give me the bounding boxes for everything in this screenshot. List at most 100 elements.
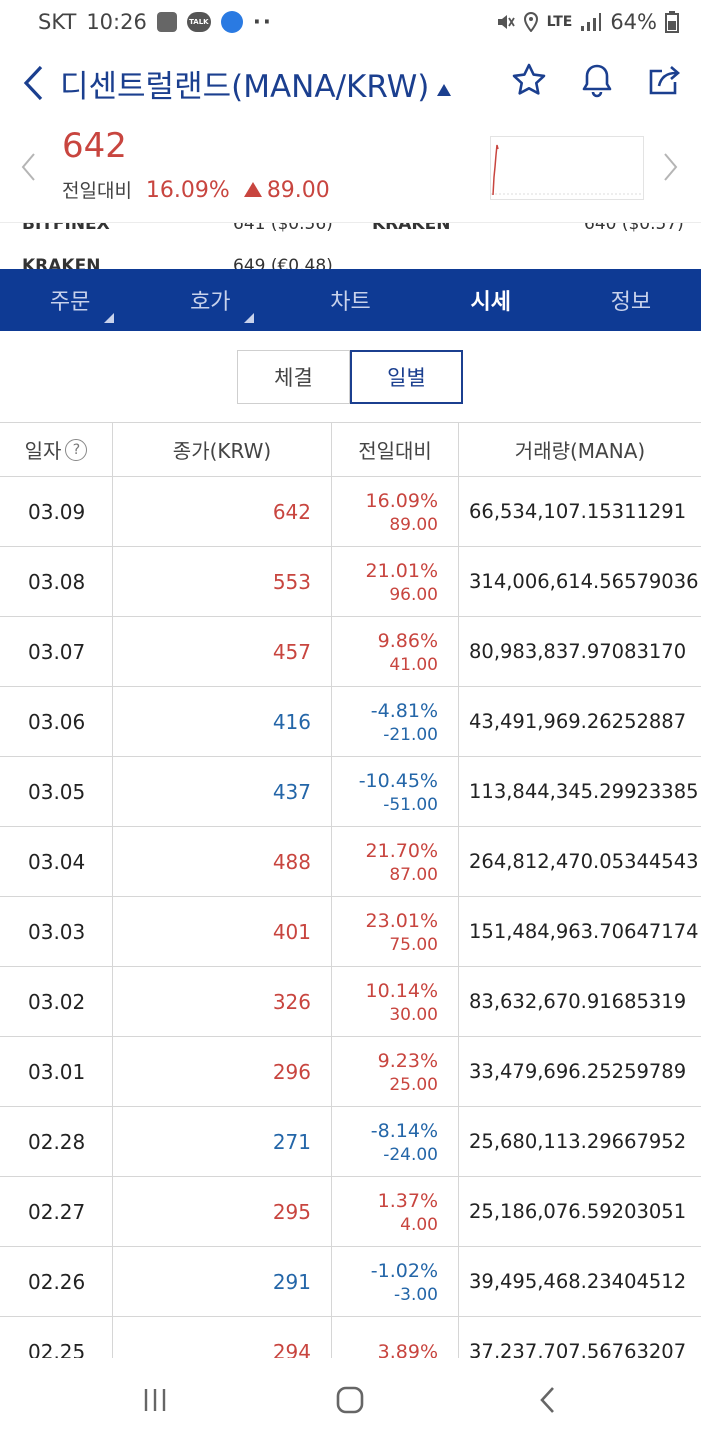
ticker-value: 641 ($0.56) bbox=[233, 222, 333, 234]
prev-coin-button[interactable] bbox=[20, 152, 36, 186]
ticker-value: 640 ($0.57) bbox=[584, 222, 684, 234]
signal-icon bbox=[581, 13, 602, 31]
favorite-button[interactable] bbox=[511, 60, 547, 100]
row-change-pct: 9.23% bbox=[377, 1049, 438, 1072]
current-price: 642 bbox=[62, 126, 127, 166]
row-change-pct: -1.02% bbox=[370, 1259, 438, 1282]
battery-percent: 64% bbox=[610, 10, 657, 34]
tab-orderbook[interactable]: 호가 bbox=[140, 269, 280, 331]
row-change-amount: 30.00 bbox=[389, 1004, 438, 1025]
row-change-amount: 4.00 bbox=[400, 1214, 438, 1235]
tab-market-price[interactable]: 시세 bbox=[421, 269, 561, 331]
mini-chart-line bbox=[491, 144, 643, 196]
help-icon[interactable]: ? bbox=[65, 438, 88, 461]
row-close: 553 bbox=[113, 547, 332, 616]
table-row[interactable]: 02.28 271 -8.14% -24.00 25,680,113.29667952 bbox=[0, 1107, 701, 1177]
system-back-button[interactable] bbox=[527, 1380, 567, 1420]
change-label: 전일대비 bbox=[62, 180, 132, 202]
header-date: 일자 ? bbox=[0, 423, 113, 476]
table-row[interactable]: 03.01 296 9.23% 25.00 33,479,696.25259789 bbox=[0, 1037, 701, 1107]
row-close: 401 bbox=[113, 897, 332, 966]
status-left: SKT 10:26 TALK ·· bbox=[38, 10, 273, 34]
row-change-pct: -4.81% bbox=[370, 699, 438, 722]
table-row[interactable]: 03.05 437 -10.45% -51.00 113,844,345.2992338… bbox=[0, 757, 701, 827]
table-row[interactable]: 03.09 642 16.09% 89.00 66,534,107.15311291 bbox=[0, 477, 701, 547]
tab-label: 차트 bbox=[330, 290, 371, 315]
row-volume: 80,983,837.97083170 bbox=[469, 640, 687, 663]
row-volume: 39,495,468.23404512 bbox=[469, 1270, 687, 1293]
back-button[interactable] bbox=[18, 63, 48, 103]
up-arrow-icon bbox=[243, 182, 262, 197]
row-close: 294 bbox=[113, 1317, 332, 1358]
table-row[interactable]: 02.27 295 1.37% 4.00 25,186,076.59203051 bbox=[0, 1177, 701, 1247]
row-change-amount: 89.00 bbox=[389, 514, 438, 535]
table-row[interactable]: 03.04 488 21.70% 87.00 264,812,470.05344543 bbox=[0, 827, 701, 897]
row-date: 03.06 bbox=[0, 687, 113, 756]
table-row[interactable]: 03.03 401 23.01% 75.00 151,484,963.70647174 bbox=[0, 897, 701, 967]
segment-trades[interactable]: 체결 bbox=[237, 350, 350, 404]
row-date: 03.05 bbox=[0, 757, 113, 826]
table-body: 03.09 642 16.09% 89.00 66,534,107.15311291 03… bbox=[0, 477, 701, 1358]
row-change-amount: -24.00 bbox=[383, 1144, 438, 1165]
change-percent: 16.09% bbox=[145, 178, 230, 203]
row-volume: 25,680,113.29667952 bbox=[469, 1130, 687, 1153]
home-button[interactable] bbox=[330, 1380, 370, 1420]
chevron-right-icon bbox=[664, 153, 678, 181]
next-coin-button[interactable] bbox=[663, 152, 679, 186]
bell-icon bbox=[582, 64, 612, 98]
tab-label: 시세 bbox=[470, 290, 511, 315]
chevron-left-icon bbox=[21, 153, 35, 181]
row-date: 03.09 bbox=[0, 477, 113, 546]
tab-chart[interactable]: 차트 bbox=[280, 269, 420, 331]
share-button[interactable] bbox=[647, 60, 683, 100]
row-change-pct: 21.70% bbox=[365, 839, 438, 862]
ticker-exchange: KRAKEN bbox=[22, 256, 101, 269]
network-type: LTE bbox=[546, 14, 573, 30]
table-row[interactable]: 03.07 457 9.86% 41.00 80,983,837.97083170 bbox=[0, 617, 701, 687]
mini-price-chart[interactable] bbox=[490, 136, 644, 200]
status-bar: SKT 10:26 TALK ·· LTE 64% bbox=[0, 0, 701, 44]
daily-price-table: 일자 ? 종가(KRW) 전일대비 거래량(MANA) 03.09 642 16.0… bbox=[0, 422, 701, 1358]
header-volume: 거래량(MANA) bbox=[514, 439, 646, 463]
row-date: 02.27 bbox=[0, 1177, 113, 1246]
exchange-ticker: BITFINEX 641 ($0.56) KRAKEN 640 ($0.57) … bbox=[0, 222, 701, 269]
row-change-pct: -8.14% bbox=[370, 1119, 438, 1142]
row-change: 21.01% 96.00 bbox=[332, 547, 459, 616]
table-row[interactable]: 02.25 294 3.89% 37,237,707.56763207 bbox=[0, 1317, 701, 1358]
alert-button[interactable] bbox=[579, 60, 615, 100]
segment-daily[interactable]: 일별 bbox=[350, 350, 463, 404]
row-date: 03.04 bbox=[0, 827, 113, 896]
table-row[interactable]: 03.06 416 -4.81% -21.00 43,491,969.26252887 bbox=[0, 687, 701, 757]
row-change: -4.81% -21.00 bbox=[332, 687, 459, 756]
row-close: 326 bbox=[113, 967, 332, 1036]
row-volume: 264,812,470.05344543 bbox=[469, 850, 699, 873]
row-change-pct: 23.01% bbox=[365, 909, 438, 932]
kakaotalk-icon: TALK bbox=[186, 12, 211, 32]
row-close: 291 bbox=[113, 1247, 332, 1316]
row-volume: 33,479,696.25259789 bbox=[469, 1060, 687, 1083]
share-icon bbox=[649, 66, 680, 95]
menu-corner-icon bbox=[244, 313, 255, 323]
row-volume: 314,006,614.56579036 bbox=[469, 570, 699, 593]
row-volume: 66,534,107.15311291 bbox=[469, 500, 687, 523]
recent-apps-button[interactable] bbox=[135, 1380, 175, 1420]
row-change: 9.86% 41.00 bbox=[332, 617, 459, 686]
row-change: 23.01% 75.00 bbox=[332, 897, 459, 966]
table-row[interactable]: 03.08 553 21.01% 96.00 314,006,614.56579036 bbox=[0, 547, 701, 617]
battery-icon bbox=[665, 11, 679, 33]
row-volume: 25,186,076.59203051 bbox=[469, 1200, 687, 1223]
more-notifications-icon: ·· bbox=[252, 10, 273, 34]
home-icon bbox=[336, 1386, 364, 1414]
tab-label: 호가 bbox=[190, 290, 231, 315]
header-close: 종가(KRW) bbox=[113, 423, 332, 476]
tab-info[interactable]: 정보 bbox=[561, 269, 701, 331]
main-tabs: 주문 호가 차트 시세 정보 bbox=[0, 269, 701, 331]
table-header: 일자 ? 종가(KRW) 전일대비 거래량(MANA) bbox=[0, 423, 701, 477]
view-segment: 체결 일별 bbox=[237, 350, 463, 404]
triangle-icon[interactable] bbox=[437, 84, 452, 96]
page-title[interactable]: 디센트럴랜드(MANA/KRW) bbox=[60, 61, 429, 106]
table-row[interactable]: 03.02 326 10.14% 30.00 83,632,670.91685319 bbox=[0, 967, 701, 1037]
tab-order[interactable]: 주문 bbox=[0, 269, 140, 331]
table-row[interactable]: 02.26 291 -1.02% -3.00 39,495,468.23404512 bbox=[0, 1247, 701, 1317]
gallery-icon bbox=[156, 12, 177, 32]
